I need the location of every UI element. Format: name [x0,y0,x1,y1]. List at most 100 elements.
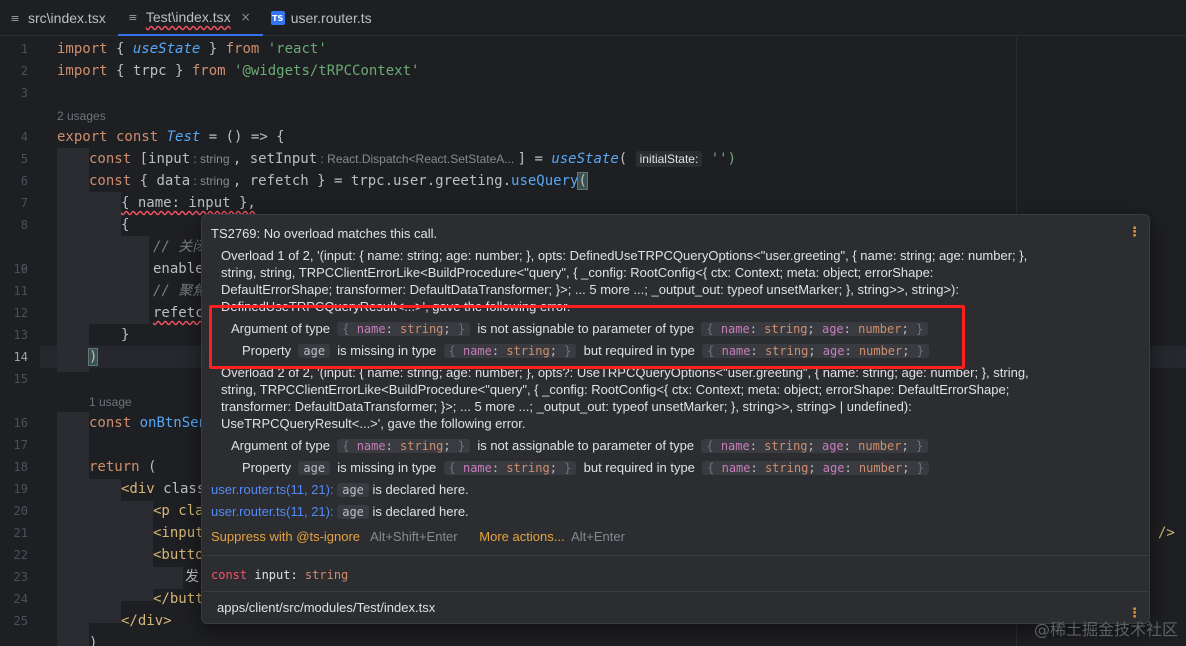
suppress-ts-ignore-action[interactable]: Suppress with @ts-ignore [211,529,360,544]
line-number: 25 [13,614,28,628]
tab-label: src\index.tsx [28,10,106,26]
code-line: 发 [185,569,199,585]
code-line: </butt [153,591,204,607]
declaration-preview: const input: string [211,568,349,582]
indent-block [121,501,153,601]
property-error-line: Property age is missing in type { name: … [242,459,929,477]
type-pill: age [298,461,331,475]
more-actions-button[interactable]: More actions... [479,529,564,544]
error-title: TS2769: No overload matches this call. [211,226,438,241]
overload-2-line: transformer: DefaultDataTransformer; }>;… [221,399,912,414]
quick-actions-row: Suppress with @ts-ignore Alt+Shift+Enter… [211,528,625,545]
code-line: { name: input }, [121,195,256,211]
tab-label: Test\index.tsx [145,9,231,25]
overload-2-line: UseTRPCQueryResult<...>', gave the follo… [221,416,526,431]
watermark: @稀土掘金技术社区 [1033,620,1178,639]
declared-here-line: user.router.ts(11, 21): age is declared … [211,482,469,497]
type-pill: { name: string; } [337,439,471,453]
editor-tab-bar: ≡ src\index.tsx ≡ Test\index.tsx × TS us… [0,0,1186,36]
type-pill: { name: string; age: number; } [701,439,929,453]
error-tooltip-popup[interactable]: ⋮ TS2769: No overload matches this call.… [201,214,1150,624]
line-number: 18 [13,460,28,474]
code-line: /> [1158,525,1175,541]
declared-here-line: user.router.ts(11, 21): age is declared … [211,504,469,519]
line-number: 2 [20,64,28,78]
typescript-icon: TS [270,11,285,25]
more-options-icon[interactable]: ⋮ [1128,225,1141,240]
line-number: 16 [13,416,28,430]
code-line: refetc [153,305,204,321]
code-line: const { data : string , refetch } = trpc… [89,172,588,190]
line-number: 23 [13,570,28,584]
divider [202,591,1149,592]
divider [202,555,1149,556]
indent-block [121,236,149,324]
usages-inlay[interactable]: 2 usages [57,109,106,123]
user-router-link[interactable]: user.router.ts(11, 21): [211,482,334,497]
type-pill: { name: string; age: number; } [702,461,929,475]
code-line: <input [153,525,204,541]
indent-block [153,567,183,589]
overload-1-line: DefaultErrorShape; transformer: DefaultD… [221,282,959,297]
indent-block [89,479,121,623]
code-line: import { useState } from 'react' [57,41,327,57]
indent-block [89,192,121,324]
code-line: return ( [89,459,157,475]
file-lines-icon: ≡ [10,11,20,25]
line-number: 15 [13,372,28,386]
indent-block [57,148,89,372]
line-number: 10 [13,262,28,276]
line-number: 21 [13,526,28,540]
line-number: 14 [13,350,28,364]
line-number: 6 [20,174,28,188]
code-line: <butto [153,547,204,563]
code-line: </div> [121,613,172,629]
code-line: { [121,217,130,233]
line-number: 11 [13,284,28,298]
argument-error-line: Argument of type { name: string; } is no… [231,437,929,455]
code-line: ) [89,635,98,646]
tab-src-index[interactable]: ≡ src\index.tsx [0,0,118,36]
close-icon[interactable]: × [241,10,251,24]
line-number: 17 [13,438,28,452]
shortcut-hint: Alt+Enter [571,529,625,544]
overload-1-line: Overload 1 of 2, '(input: { name: string… [221,248,1028,263]
code-line: // 聚焦 [153,283,207,299]
line-number: 8 [20,218,28,232]
tab-test-index[interactable]: ≡ Test\index.tsx × [117,0,263,36]
code-line: ) [87,348,99,366]
tab-user-router[interactable]: TS user.router.ts [263,0,384,36]
code-line: enable [153,261,204,277]
file-path[interactable]: apps/client/src/modules/Test/index.tsx [217,599,435,616]
shortcut-hint: Alt+Shift+Enter [370,529,458,544]
line-number: 1 [20,42,28,56]
line-number: 4 [20,130,28,144]
code-line: // 关闭 [153,239,207,255]
file-lines-icon: ≡ [128,10,138,24]
code-line: } [121,327,130,343]
line-number: 12 [13,306,28,320]
code-line: <p cla [153,503,204,519]
code-line: export const Test = () => { [57,129,285,145]
usages-inlay[interactable]: 1 usage [89,395,132,409]
type-pill: { name: string; } [443,461,577,475]
code-line: const onBtnSen [89,415,208,431]
type-pill: age [337,483,369,497]
code-line: import { trpc } from '@widgets/tRPCConte… [57,63,420,79]
overload-1-line: string, string, TRPCClientErrorLike<Buil… [221,265,934,280]
indent-block [57,412,89,646]
line-number: 20 [13,504,28,518]
code-line: const [input : string , setInput : React… [89,151,737,167]
line-number: 19 [13,482,28,496]
overload-2-line: string, TRPCClientErrorLike<BuildProcedu… [221,382,1010,397]
error-highlight-box [209,305,965,369]
code-line: <div class [121,481,206,497]
line-number: 22 [13,548,28,562]
line-number: 24 [13,592,28,606]
user-router-link[interactable]: user.router.ts(11, 21): [211,504,334,519]
line-number: 3 [20,86,28,100]
line-number: 13 [13,328,28,342]
line-number: 7 [20,196,28,210]
tab-label: user.router.ts [290,10,372,26]
line-number: 5 [20,152,28,166]
